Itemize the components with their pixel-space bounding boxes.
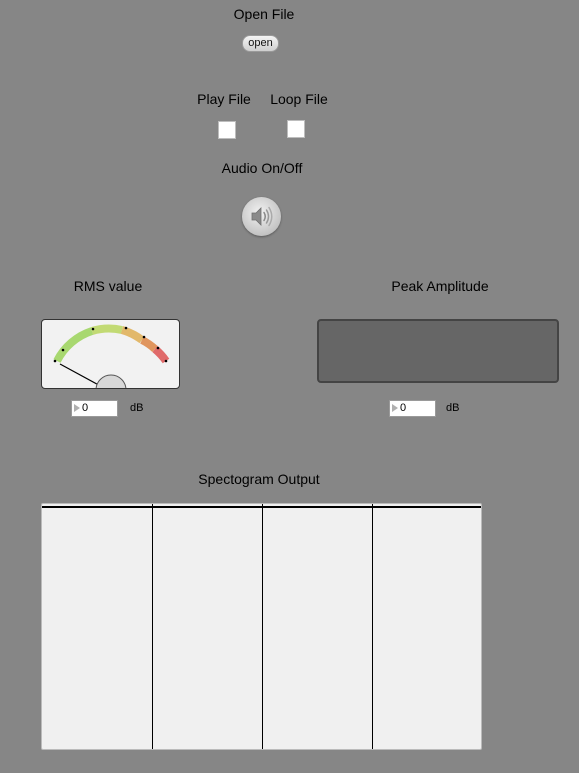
patcher-window: { "open_file": { "label": "Open File", "… [0, 0, 579, 773]
open-button[interactable]: open [242, 35, 279, 52]
spectrogram-divider [372, 504, 373, 749]
loop-file-toggle[interactable] [287, 120, 305, 138]
rms-number-value: 0 [82, 402, 89, 414]
rms-number-box[interactable]: 0 [71, 400, 118, 417]
peak-unit-label: dB [446, 402, 460, 414]
open-file-label: Open File [233, 6, 295, 22]
loop-file-label: Loop File [270, 91, 328, 107]
audio-toggle-button[interactable] [242, 197, 281, 236]
spectrogram-divider [152, 504, 153, 749]
spectrogram-label: Spectogram Output [198, 471, 320, 487]
peak-number-box[interactable]: 0 [389, 400, 436, 417]
spectrogram-divider [262, 504, 263, 749]
play-file-toggle[interactable] [218, 121, 236, 139]
rms-meter [41, 319, 180, 389]
rms-unit-label: dB [130, 402, 144, 414]
speaker-icon [251, 206, 273, 227]
spectrogram-display [41, 503, 482, 750]
meter-dial [53, 324, 170, 388]
number-arrow-icon [392, 404, 398, 412]
rms-value-label: RMS value [73, 278, 143, 294]
audio-on-off-label: Audio On/Off [221, 160, 303, 176]
peak-amplitude-display [317, 319, 559, 383]
number-arrow-icon [74, 404, 80, 412]
peak-number-value: 0 [400, 402, 407, 414]
play-file-label: Play File [197, 91, 251, 107]
peak-amplitude-label: Peak Amplitude [391, 278, 489, 294]
